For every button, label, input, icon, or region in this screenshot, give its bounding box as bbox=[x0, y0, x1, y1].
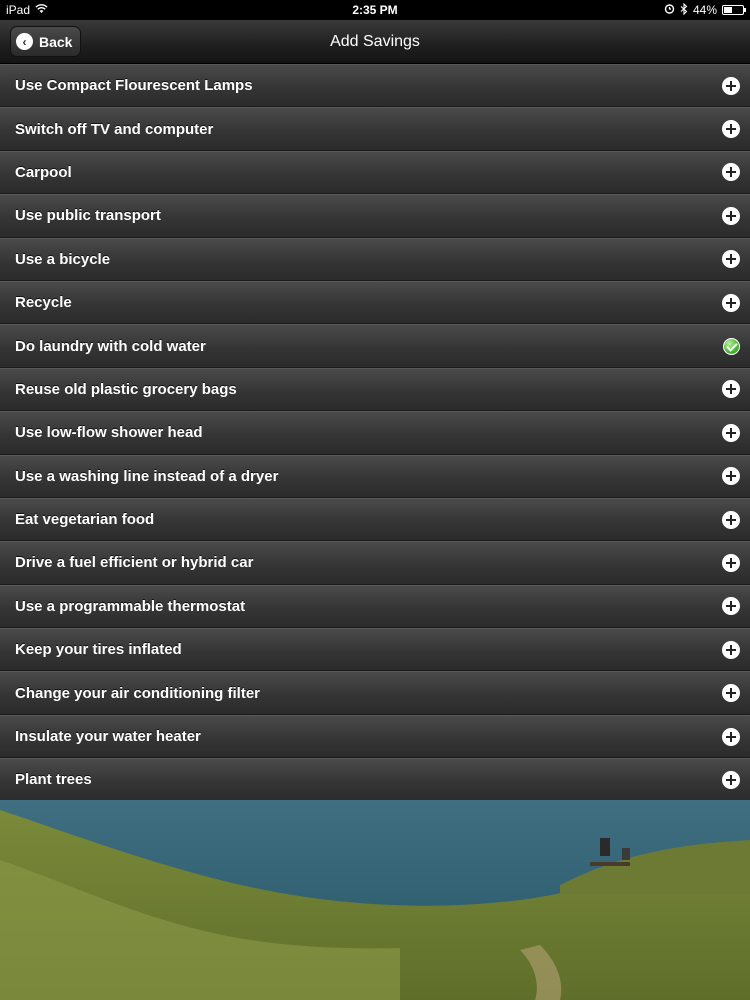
list-item[interactable]: Do laundry with cold water bbox=[0, 324, 750, 368]
plus-circle-icon[interactable] bbox=[722, 293, 740, 312]
list-item-label: Drive a fuel efficient or hybrid car bbox=[15, 554, 254, 572]
battery-level-fill bbox=[724, 7, 732, 13]
list-item-label: Use low-flow shower head bbox=[15, 424, 203, 442]
list-item-label: Use public transport bbox=[15, 207, 161, 225]
plus-circle-icon[interactable] bbox=[722, 120, 740, 139]
list-item[interactable]: Eat vegetarian food bbox=[0, 497, 750, 542]
device-name: iPad bbox=[6, 3, 31, 17]
list-item-label: Change your air conditioning filter bbox=[15, 684, 261, 702]
battery-percent: 44% bbox=[692, 3, 717, 17]
list-item-label: Plant trees bbox=[15, 771, 92, 789]
plus-circle-icon[interactable] bbox=[722, 640, 740, 659]
list-item[interactable]: Plant trees bbox=[0, 758, 750, 802]
list-item-label: Switch off TV and computer bbox=[15, 120, 214, 138]
list-item-label: Eat vegetarian food bbox=[15, 511, 155, 529]
plus-circle-icon[interactable] bbox=[722, 727, 740, 746]
list-item-label: Use a programmable thermostat bbox=[15, 597, 246, 615]
list-item[interactable]: Use a washing line instead of a dryer bbox=[0, 454, 750, 498]
list-item-label: Use Compact Flourescent Lamps bbox=[15, 77, 253, 95]
list-item-label: Recycle bbox=[15, 294, 72, 312]
back-button-label: Back bbox=[39, 33, 73, 50]
alarm-icon bbox=[664, 3, 675, 17]
list-item-label: Insulate your water heater bbox=[15, 728, 201, 746]
plus-circle-icon[interactable] bbox=[722, 553, 740, 572]
list-item[interactable]: Recycle bbox=[0, 280, 750, 325]
list-item-label: Do laundry with cold water bbox=[15, 337, 206, 355]
chevron-left-icon: ‹ bbox=[16, 33, 33, 50]
background-photo bbox=[0, 800, 750, 1000]
plus-circle-icon[interactable] bbox=[722, 423, 740, 442]
list-item-label: Keep your tires inflated bbox=[15, 641, 182, 659]
page-title: Add Savings bbox=[330, 32, 420, 50]
plus-circle-icon[interactable] bbox=[722, 510, 740, 529]
plus-circle-icon[interactable] bbox=[722, 206, 740, 225]
list-item[interactable]: Switch off TV and computer bbox=[0, 107, 750, 151]
back-button[interactable]: ‹ Back bbox=[10, 26, 82, 57]
navigation-bar: ‹ Back Add Savings bbox=[0, 20, 750, 64]
status-time: 2:35 PM bbox=[352, 3, 398, 17]
list-item[interactable]: Use a programmable thermostat bbox=[0, 584, 750, 629]
list-item[interactable]: Use low-flow shower head bbox=[0, 411, 750, 455]
list-item[interactable]: Use a bicycle bbox=[0, 237, 750, 281]
bluetooth-icon bbox=[680, 2, 688, 18]
list-item[interactable]: Use public transport bbox=[0, 194, 750, 238]
savings-list: Use Compact Flourescent Lamps Switch off … bbox=[0, 64, 750, 802]
plus-circle-icon[interactable] bbox=[722, 163, 740, 182]
plus-circle-icon[interactable] bbox=[722, 250, 740, 269]
plus-circle-icon[interactable] bbox=[722, 684, 740, 703]
list-item-label: Reuse old plastic grocery bags bbox=[15, 380, 237, 398]
plus-circle-icon[interactable] bbox=[722, 597, 740, 616]
list-item-label: Use a washing line instead of a dryer bbox=[15, 467, 279, 485]
list-item[interactable]: Keep your tires inflated bbox=[0, 628, 750, 672]
plus-circle-icon[interactable] bbox=[722, 467, 740, 486]
plus-circle-icon[interactable] bbox=[722, 76, 740, 95]
list-item-label: Carpool bbox=[15, 163, 72, 181]
wifi-icon bbox=[35, 3, 48, 17]
battery-icon bbox=[722, 5, 746, 15]
list-item-label: Use a bicycle bbox=[15, 250, 111, 268]
plus-circle-icon[interactable] bbox=[722, 380, 740, 399]
status-bar: iPad 2:35 PM 44% bbox=[0, 0, 750, 20]
list-item[interactable]: Reuse old plastic grocery bags bbox=[0, 367, 750, 412]
list-item[interactable]: Insulate your water heater bbox=[0, 714, 750, 759]
green-check-icon[interactable] bbox=[723, 337, 740, 355]
list-item[interactable]: Drive a fuel efficient or hybrid car bbox=[0, 541, 750, 585]
plus-circle-icon[interactable] bbox=[722, 770, 740, 789]
list-item[interactable]: Change your air conditioning filter bbox=[0, 671, 750, 715]
list-item[interactable]: Carpool bbox=[0, 150, 750, 195]
list-item[interactable]: Use Compact Flourescent Lamps bbox=[0, 64, 750, 108]
